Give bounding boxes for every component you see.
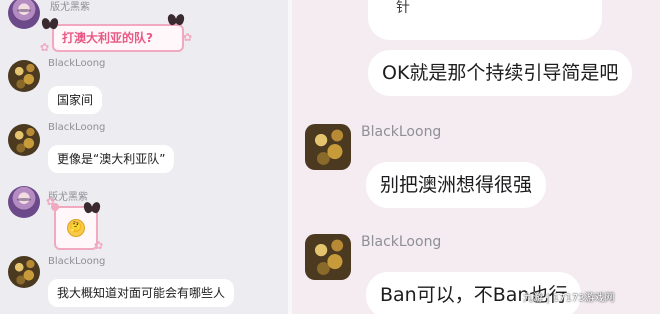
sender-name: BlackLoong xyxy=(48,122,106,133)
message-bubble[interactable]: OK就是那个持续引导简是吧 xyxy=(368,50,633,96)
message-fragment-text: 针 xyxy=(396,0,410,16)
flower-icon: ✿ xyxy=(94,239,104,252)
avatar-blackloong[interactable] xyxy=(305,234,351,280)
flower-icon: ✿ xyxy=(46,195,56,208)
right-chat-panel[interactable]: 针 OK就是那个持续引导简是吧 BlackLoong 别把澳洲想得很强 Blac… xyxy=(292,0,660,314)
message-bubble[interactable]: 更像是“澳大利亚队” xyxy=(48,145,175,173)
sticker-message[interactable]: 打澳大利亚的队? xyxy=(52,24,184,52)
avatar-banyouheizi[interactable] xyxy=(8,0,40,29)
avatar-blackloong[interactable] xyxy=(305,124,351,170)
avatar-blackloong[interactable] xyxy=(8,60,40,92)
bow-icon xyxy=(42,18,58,29)
message-bubble-fragment[interactable]: 针 xyxy=(368,0,602,40)
sender-name: BlackLoong xyxy=(361,234,442,250)
watermark: 九游 | 17173游戏网 xyxy=(523,293,615,304)
sender-name: BlackLoong xyxy=(48,256,106,267)
bow-icon xyxy=(84,202,100,213)
avatar-blackloong[interactable] xyxy=(8,124,40,156)
sticker-text: 打澳大利亚的队? xyxy=(62,31,153,45)
bow-icon xyxy=(168,14,184,25)
thinking-emoji-icon: 🤔 xyxy=(67,219,85,237)
message-bubble[interactable]: 我大概知道对面可能会有哪些人 xyxy=(48,279,235,307)
avatar-banyouheizi[interactable] xyxy=(8,186,40,218)
sender-name: BlackLoong xyxy=(48,58,106,69)
sender-name: BlackLoong xyxy=(361,124,442,140)
message-bubble[interactable]: 国家间 xyxy=(48,86,103,114)
chat-screenshot-composite: 版尤黑紫 打澳大利亚的队? ✿ ✿ BlackLoong 国家间 BlackLo… xyxy=(0,0,660,314)
sender-name: 版尤黑紫 xyxy=(50,2,90,13)
left-chat-panel[interactable]: 版尤黑紫 打澳大利亚的队? ✿ ✿ BlackLoong 国家间 BlackLo… xyxy=(0,0,288,314)
avatar-blackloong[interactable] xyxy=(8,256,40,288)
flower-icon: ✿ xyxy=(40,41,50,54)
message-bubble[interactable]: 别把澳洲想得很强 xyxy=(366,162,547,208)
flower-icon: ✿ xyxy=(183,31,193,44)
